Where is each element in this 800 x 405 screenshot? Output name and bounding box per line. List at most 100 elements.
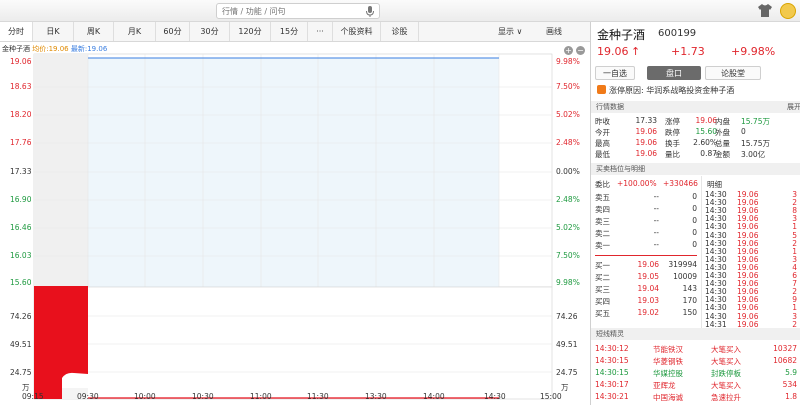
alert-value: 534: [782, 380, 797, 389]
alert-value: 10682: [773, 356, 797, 365]
alert-stock: 中国海诚: [653, 393, 683, 402]
tab-30min[interactable]: 30分: [190, 22, 230, 41]
stock-code: 600199: [658, 28, 697, 39]
quote-cell: 19.06: [635, 127, 657, 136]
orderbook-section-title: 买卖档位与明细: [596, 165, 645, 173]
buy-level-label: 买一: [595, 261, 610, 270]
volume-unit: 万: [561, 383, 569, 392]
display-dropdown[interactable]: 显示 ∨: [498, 22, 522, 41]
buy-level-label: 买三: [595, 285, 610, 294]
pct-label: 9.98%: [556, 57, 580, 66]
volume-label: 74.26: [10, 312, 32, 321]
user-avatar[interactable]: [780, 3, 796, 19]
alert-stock: 华媒控股: [653, 369, 683, 378]
quote-cell: 最高: [595, 139, 610, 148]
quote-cell: 涨停: [665, 117, 680, 126]
volume-label: 24.75: [10, 368, 32, 377]
search-input[interactable]: [222, 5, 362, 17]
microphone-icon[interactable]: [366, 6, 374, 17]
quote-cell: 3.00亿: [741, 150, 766, 159]
buy-level-volume: 170: [682, 296, 697, 305]
buy-level-price: 19.04: [637, 284, 659, 293]
alert-stock: 华菱钢铁: [653, 357, 683, 366]
block-section-header: 短线精灵: [591, 328, 800, 340]
time-label: 14:30: [484, 392, 506, 401]
tab-daily-k[interactable]: 日K: [33, 22, 74, 41]
quote-cell: 17.33: [635, 116, 657, 125]
quote-section-title: 行情数据: [596, 103, 624, 111]
expand-button[interactable]: 展开: [787, 101, 800, 113]
alert-time: 14:30:21: [595, 392, 629, 401]
tab-intraday[interactable]: 分时: [0, 22, 33, 41]
zoom-in-icon[interactable]: +: [564, 46, 573, 55]
time-label: 13:30: [365, 392, 387, 401]
draw-line-button[interactable]: 画线: [546, 22, 562, 41]
stock-change: +1.73: [671, 45, 705, 58]
skin-shirt-icon[interactable]: [758, 4, 772, 17]
price-area-fill: [88, 58, 499, 287]
tab-weekly-k[interactable]: 周K: [74, 22, 114, 41]
price-label: 15.60: [10, 278, 32, 287]
tab-monthly-k[interactable]: 月K: [114, 22, 156, 41]
pct-label: 5.02%: [556, 223, 580, 232]
price-label: 17.33: [10, 167, 32, 176]
alert-action: 大笔买入: [711, 357, 741, 366]
alert-action: 急速拉升: [711, 393, 741, 402]
quote-cell: 外盘: [715, 128, 730, 137]
quote-cell: 15.60: [695, 127, 717, 136]
tab-15min[interactable]: 15分: [271, 22, 308, 41]
bid-ask-separator: [595, 255, 697, 256]
app-window: 分时 日K 周K 月K 60分 30分 120分 15分 ··· 个股资料 诊股…: [0, 0, 800, 405]
legend-avg: 均价:19.06: [32, 45, 69, 53]
buy-level-label: 买二: [595, 273, 610, 282]
limit-up-reason[interactable]: 涨停原因: 华润系战略投资金种子酒: [597, 85, 734, 96]
search-box[interactable]: [216, 3, 380, 19]
stock-info-panel: 金种子酒 600199 19.06 ↑ +1.73 +9.98% 一自选 盘口 …: [590, 22, 800, 405]
limit-up-reason-text: 涨停原因: 华润系战略投资金种子酒: [609, 86, 735, 95]
volume-label: 24.75: [556, 368, 578, 377]
price-label: 18.63: [10, 82, 32, 91]
sell-level-label: 卖三: [595, 217, 610, 226]
tab-more[interactable]: ···: [308, 22, 333, 41]
period-tab-bar: 分时 日K 周K 月K 60分 30分 120分 15分 ··· 个股资料 诊股…: [0, 22, 590, 42]
volume-label: 74.26: [556, 312, 578, 321]
quote-cell: 跌停: [665, 128, 680, 137]
order-book-button[interactable]: 盘口: [647, 66, 701, 80]
pre-open-region: [34, 54, 88, 287]
tab-120min[interactable]: 120分: [230, 22, 271, 41]
quote-cell: 19.06: [635, 149, 657, 158]
quote-cell: 昨收: [595, 117, 610, 126]
sell-level-volume: 0: [692, 216, 697, 225]
buy-level-volume: 150: [682, 308, 697, 317]
volume-label: 49.51: [10, 340, 32, 349]
add-watchlist-button[interactable]: 一自选: [595, 66, 635, 80]
orderbook-section-header: 买卖档位与明细: [591, 163, 800, 175]
quote-cell: 最低: [595, 150, 610, 159]
tab-stock-profile[interactable]: 个股资料: [333, 22, 381, 41]
tab-60min[interactable]: 60分: [156, 22, 190, 41]
block-section-title: 短线精灵: [596, 330, 624, 338]
zoom-out-icon[interactable]: −: [576, 46, 585, 55]
weibi-label: 委比: [595, 180, 610, 189]
quote-cell: 内盘: [715, 117, 730, 126]
alert-time: 14:30:17: [595, 380, 629, 389]
intraday-chart[interactable]: 金种子酒 均价:19.06 最新:19.06 + − 19.06 18.63 1…: [0, 42, 590, 405]
sell-level-label: 卖五: [595, 193, 610, 202]
alert-time: 14:30:12: [595, 344, 629, 353]
forum-button[interactable]: 论股堂: [705, 66, 761, 80]
buy-level-price: 19.03: [637, 296, 659, 305]
quote-cell: 今开: [595, 128, 610, 137]
quote-cell: 换手: [665, 139, 680, 148]
detail-header: 明细: [707, 180, 722, 189]
buy-level-volume: 10009: [673, 272, 697, 281]
chart-legend: 金种子酒 均价:19.06 最新:19.06: [2, 44, 107, 54]
buy-level-price: 19.05: [637, 272, 659, 281]
alert-value: 10327: [773, 344, 797, 353]
up-arrow-icon: ↑: [631, 45, 641, 58]
quote-cell: 19.06: [635, 138, 657, 147]
volume-label: 49.51: [556, 340, 578, 349]
price-label: 16.46: [10, 223, 32, 232]
chart-svg: [33, 53, 553, 400]
tab-diagnose[interactable]: 诊股: [381, 22, 419, 41]
time-label: 15:00: [540, 392, 562, 401]
